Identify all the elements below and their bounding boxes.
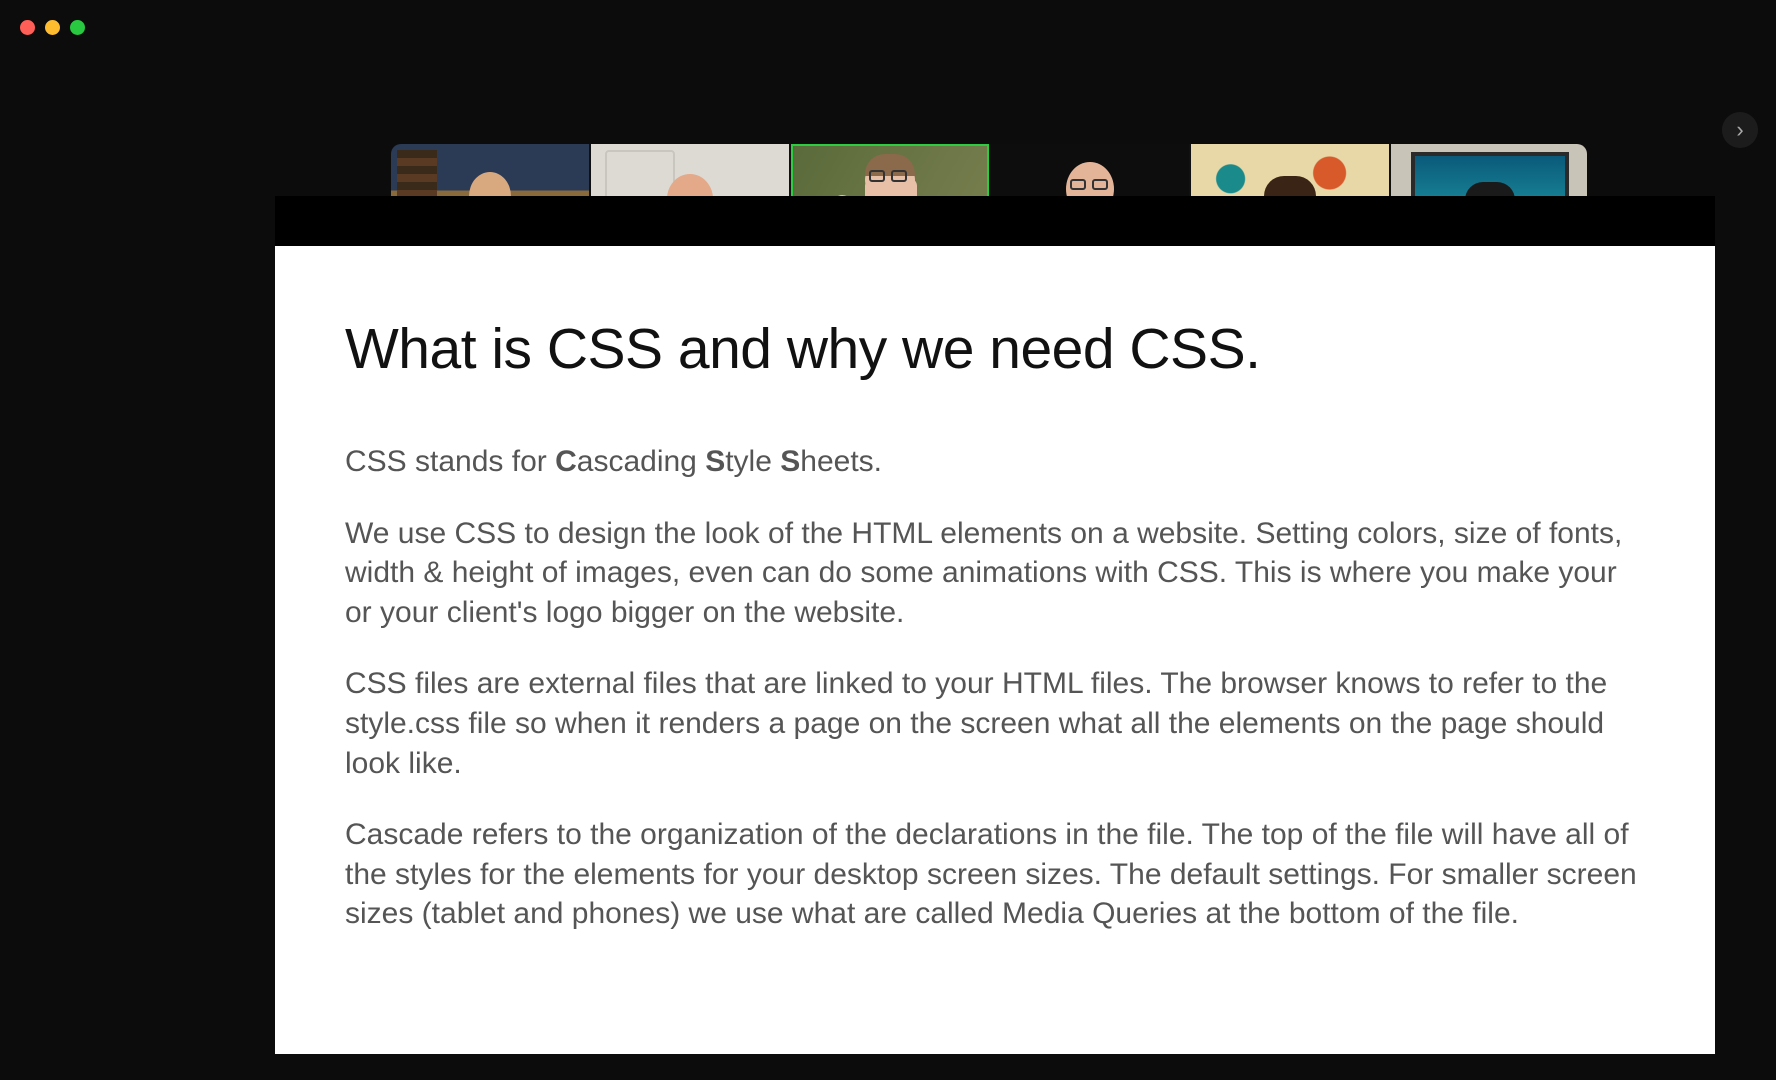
shared-screen: What is CSS and why we need CSS. CSS sta… [275,196,1715,1054]
next-participants-button[interactable]: › [1722,112,1758,148]
slide-paragraph-3: CSS files are external files that are li… [345,664,1645,783]
slide-paragraph-2: We use CSS to design the look of the HTM… [345,514,1645,633]
slide-paragraph-1: CSS stands for Cascading Style Sheets. [345,442,1645,482]
slide-title: What is CSS and why we need CSS. [345,316,1645,382]
chevron-right-icon: › [1736,117,1743,143]
slide-content: What is CSS and why we need CSS. CSS sta… [275,246,1715,1054]
close-window-button[interactable] [20,20,35,35]
maximize-window-button[interactable] [70,20,85,35]
window-controls [20,20,85,35]
minimize-window-button[interactable] [45,20,60,35]
slide-paragraph-4: Cascade refers to the organization of th… [345,815,1645,934]
